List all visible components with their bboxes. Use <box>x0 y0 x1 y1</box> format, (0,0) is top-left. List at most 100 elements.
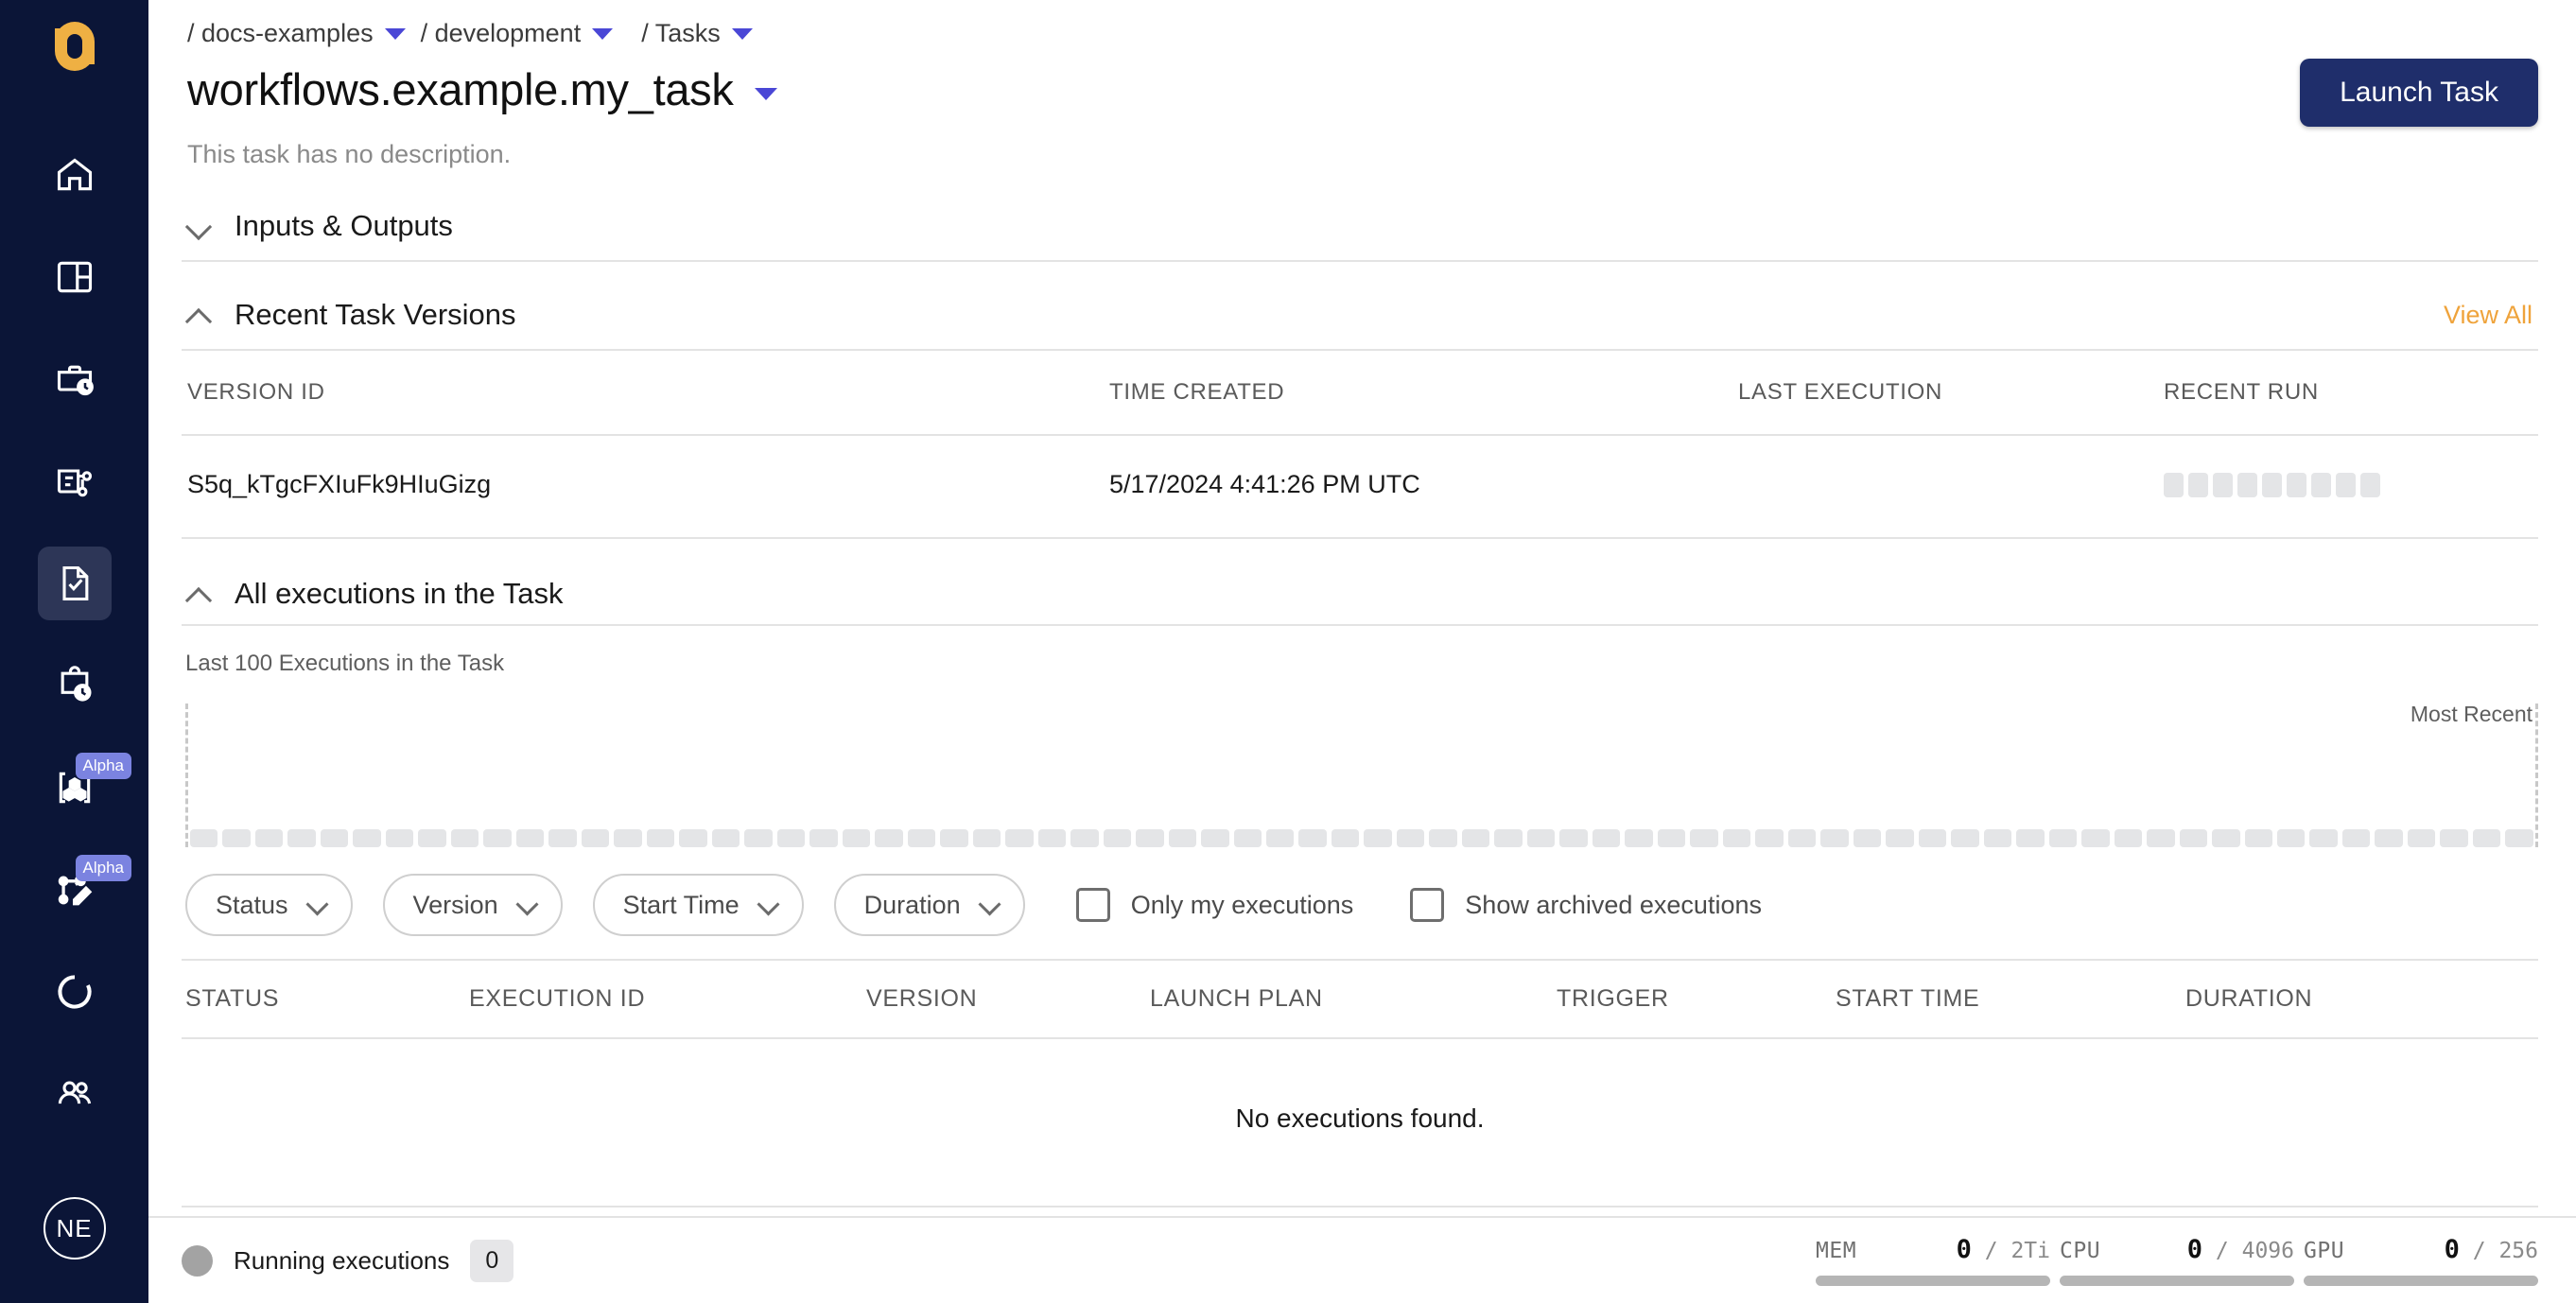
executions-subtitle: Last 100 Executions in the Task <box>185 651 505 676</box>
chevron-down-icon[interactable] <box>731 27 753 40</box>
chart-bar <box>1233 829 1262 847</box>
chevron-down-icon[interactable] <box>187 214 212 238</box>
sidebar-item-executions[interactable] <box>38 649 112 722</box>
column-header-duration: DURATION <box>2182 959 2538 1039</box>
breadcrumb-item-tasks[interactable]: / Tasks <box>641 19 721 48</box>
resource-cpu-label: CPU <box>2060 1239 2101 1263</box>
chart-bar <box>907 829 936 847</box>
sidebar-item-home[interactable] <box>38 138 112 212</box>
avatar[interactable]: NE <box>43 1197 106 1260</box>
section-recent-versions-left[interactable]: Recent Task Versions <box>187 298 516 332</box>
chart-bar <box>287 829 316 847</box>
resource-cpu-values: 0 / 4096 <box>2186 1235 2294 1264</box>
resource-gpu-bar <box>2304 1276 2538 1286</box>
executions-thead: STATUS EXECUTION ID VERSION LAUNCH PLAN … <box>182 959 2538 1039</box>
chevron-down-icon[interactable] <box>592 27 614 40</box>
breadcrumb-item-domain[interactable]: / development <box>421 19 582 48</box>
recent-run-block <box>2336 472 2356 497</box>
sidebar-item-workflows[interactable] <box>38 444 112 518</box>
cell-time-created: 5/17/2024 4:41:26 PM UTC <box>1104 435 1732 539</box>
sidebar-item-builder[interactable]: Alpha <box>38 853 131 927</box>
chart-bar <box>1201 829 1229 847</box>
executions-tbody: No executions found. <box>182 1038 2538 1207</box>
section-all-executions-left[interactable]: All executions in the Task <box>187 577 564 611</box>
sidebar-item-dashboard[interactable] <box>38 240 112 314</box>
chart-bar <box>1265 829 1295 847</box>
resource-gpu-top: GPU 0 / 256 <box>2304 1235 2538 1264</box>
union-logo[interactable] <box>45 17 104 76</box>
checkbox-show-archived-executions-label: Show archived executions <box>1465 890 1762 919</box>
filter-status[interactable]: Status <box>185 874 353 936</box>
running-executions-count: 0 <box>470 1239 514 1282</box>
chart-bar <box>222 829 251 847</box>
section-all-executions-title: All executions in the Task <box>235 577 564 610</box>
donut-chart-icon <box>57 975 92 1009</box>
main-panel: / docs-examples / development / Tasks wo… <box>148 0 2576 1303</box>
chevron-up-icon[interactable] <box>187 303 212 327</box>
resource-gpu-label: GPU <box>2304 1239 2345 1263</box>
chart-bar <box>1070 829 1099 847</box>
clipboard-clock-icon <box>61 666 92 702</box>
chart-bar <box>842 829 871 847</box>
view-all-link[interactable]: View All <box>2444 301 2532 330</box>
chart-bars <box>190 829 2533 847</box>
resource-gpu-used: 0 <box>2444 1235 2460 1264</box>
chevron-up-icon[interactable] <box>187 582 212 606</box>
resource-gpu-total: 256 <box>2498 1239 2538 1263</box>
filter-version-label: Version <box>412 890 498 919</box>
filter-version[interactable]: Version <box>382 874 563 936</box>
section-inputs-outputs[interactable]: Inputs & Outputs <box>182 209 2538 262</box>
chart-bar <box>809 829 838 847</box>
chart-bar <box>646 829 675 847</box>
section-inputs-outputs-left: Inputs & Outputs <box>187 209 453 243</box>
chart-bar <box>2212 829 2240 847</box>
resource-gpu: GPU 0 / 256 <box>2304 1235 2538 1286</box>
title-chevron-down-icon[interactable] <box>754 88 777 100</box>
chevron-down-icon <box>309 896 326 913</box>
checkbox-only-my-executions[interactable]: Only my executions <box>1075 888 1353 922</box>
chart-bar <box>190 829 218 847</box>
column-header-last-execution: LAST EXECUTION <box>1732 351 2158 436</box>
chart-bar <box>353 829 381 847</box>
chart-bar <box>875 829 903 847</box>
filter-start-time[interactable]: Start Time <box>592 874 804 936</box>
resource-gpu-values: 0 / 256 <box>2444 1235 2538 1264</box>
section-recent-versions-title: Recent Task Versions <box>235 298 516 331</box>
table-row[interactable]: S5q_kTgcFXIuFk9HIuGizg 5/17/2024 4:41:26… <box>182 435 2538 539</box>
cell-version-id: S5q_kTgcFXIuFk9HIuGizg <box>182 435 1104 539</box>
chart-bar <box>450 829 479 847</box>
column-header-time-created: TIME CREATED <box>1104 351 1732 436</box>
checkbox-show-archived-executions[interactable]: Show archived executions <box>1410 888 1762 922</box>
column-header-trigger: TRIGGER <box>1553 959 1832 1039</box>
sidebar-item-artifacts[interactable]: Alpha <box>38 751 131 825</box>
recent-run-block <box>2164 472 2184 497</box>
chart-bar <box>2277 829 2306 847</box>
sidebar-item-projects[interactable] <box>38 342 112 416</box>
chart-bar <box>1787 829 1817 847</box>
chart-bar <box>1298 829 1327 847</box>
checkbox-box-icon[interactable] <box>1410 888 1445 922</box>
resource-mem: MEM 0 / 2Ti <box>1816 1235 2050 1286</box>
sidebar-item-usage[interactable] <box>38 955 112 1029</box>
chart-bar <box>776 829 806 847</box>
checkbox-box-icon[interactable] <box>1075 888 1110 922</box>
resource-cpu-used: 0 <box>2186 1235 2203 1264</box>
launch-task-button[interactable]: Launch Task <box>2300 59 2538 127</box>
chart-bar <box>1690 829 1718 847</box>
resource-mem-values: 0 / 2Ti <box>1956 1235 2050 1264</box>
executions-table: STATUS EXECUTION ID VERSION LAUNCH PLAN … <box>182 959 2538 1207</box>
breadcrumb: / docs-examples / development / Tasks <box>182 0 2538 48</box>
breadcrumb-item-project[interactable]: / docs-examples <box>187 19 374 48</box>
page-title: workflows.example.my_task <box>187 64 734 114</box>
resource-mem-total: 2Ti <box>2010 1239 2050 1263</box>
sidebar-item-team[interactable] <box>38 1057 112 1131</box>
filter-duration[interactable]: Duration <box>833 874 1025 936</box>
chevron-down-icon[interactable] <box>384 27 406 40</box>
recent-run-block <box>2188 472 2208 497</box>
chart-bar <box>1722 829 1751 847</box>
sidebar-item-tasks[interactable] <box>37 547 112 620</box>
chart-bar <box>2244 829 2272 847</box>
chart-bar <box>1951 829 1979 847</box>
chart-bar <box>254 829 284 847</box>
chart-bar <box>1103 829 1132 847</box>
